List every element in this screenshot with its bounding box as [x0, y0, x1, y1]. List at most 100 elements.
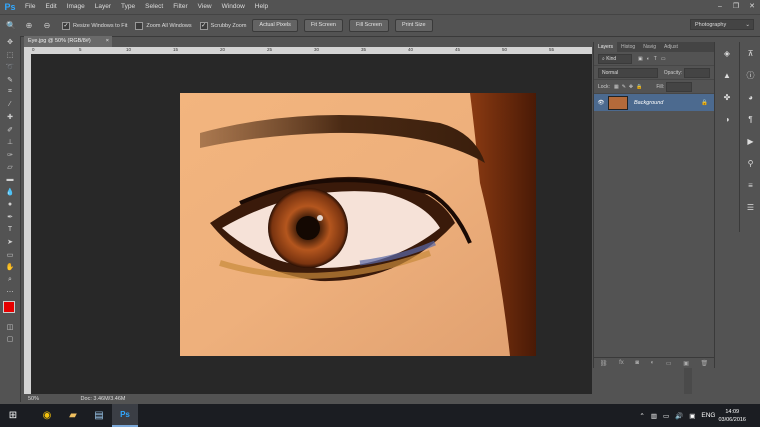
- close-button[interactable]: ✕: [744, 0, 760, 14]
- fill-field[interactable]: [666, 81, 693, 92]
- gradient-tool-icon[interactable]: ▬: [0, 174, 20, 187]
- delete-layer-icon[interactable]: 🗑: [701, 360, 709, 367]
- lock-position-icon[interactable]: ✥: [629, 84, 633, 90]
- zoom-in-icon[interactable]: ⊕: [22, 19, 36, 33]
- filter-image-icon[interactable]: ▣: [638, 56, 643, 62]
- document-tab[interactable]: Eye.jpg @ 50% (RGB/8#) ×: [24, 36, 112, 47]
- adjustment-layer-icon[interactable]: ◐: [651, 360, 655, 366]
- lasso-tool-icon[interactable]: ➰: [0, 61, 20, 74]
- brush-tool-icon[interactable]: ✐: [0, 124, 20, 137]
- adjustments-icon[interactable]: ◑: [715, 108, 739, 130]
- battery-icon[interactable]: ▭: [663, 412, 669, 420]
- layer-style-icon[interactable]: fx: [619, 360, 624, 366]
- navigator-icon[interactable]: ✤: [715, 86, 739, 108]
- lock-image-icon[interactable]: ✎: [622, 84, 626, 90]
- clone-stamp-icon[interactable]: ⊥: [0, 136, 20, 149]
- info-icon[interactable]: ⓘ: [740, 64, 760, 86]
- menu-layer[interactable]: Layer: [90, 0, 116, 14]
- tab-adjustments[interactable]: Adjust: [660, 42, 682, 52]
- brush-icon[interactable]: ⚲: [740, 152, 760, 174]
- close-tab-icon[interactable]: ×: [106, 36, 109, 47]
- fit-screen-button[interactable]: Fit Screen: [303, 19, 343, 32]
- tab-layers[interactable]: Layers: [594, 42, 618, 52]
- menu-window[interactable]: Window: [217, 0, 250, 14]
- healing-brush-icon[interactable]: ✚: [0, 111, 20, 124]
- crop-tool-icon[interactable]: ⌗: [0, 86, 20, 99]
- add-mask-icon[interactable]: ◙: [635, 360, 639, 366]
- visibility-eye-icon[interactable]: 👁: [594, 100, 608, 106]
- marquee-tool-icon[interactable]: ⬚: [0, 49, 20, 62]
- dodge-tool-icon[interactable]: ●: [0, 199, 20, 212]
- color-swatches[interactable]: [0, 299, 20, 321]
- quick-mask-icon[interactable]: ◫: [0, 321, 20, 334]
- color-icon[interactable]: ◕: [740, 86, 760, 108]
- styles-icon[interactable]: ☰: [740, 196, 760, 218]
- file-explorer-icon[interactable]: ▰: [60, 404, 86, 427]
- blur-tool-icon[interactable]: 💧: [0, 186, 20, 199]
- layer-row-background[interactable]: 👁 Background 🔒: [594, 94, 714, 111]
- more-tools-icon[interactable]: ⋯: [0, 286, 20, 299]
- menu-select[interactable]: Select: [140, 0, 168, 14]
- fill-screen-button[interactable]: Fill Screen: [349, 19, 389, 32]
- hand-tool-icon[interactable]: ✋: [0, 261, 20, 274]
- document-image-eye[interactable]: [180, 93, 536, 356]
- zoom-level[interactable]: 50%: [28, 396, 39, 402]
- menu-image[interactable]: Image: [62, 0, 90, 14]
- windows-start-icon[interactable]: ⊞: [0, 404, 26, 427]
- menu-file[interactable]: File: [20, 0, 40, 14]
- lock-all-icon[interactable]: 🔒: [636, 84, 642, 90]
- move-tool-icon[interactable]: ✥: [0, 36, 20, 49]
- photoshop-taskbar-icon[interactable]: Ps: [112, 404, 138, 427]
- language-indicator[interactable]: ENG: [701, 412, 715, 419]
- quick-select-tool-icon[interactable]: ✎: [0, 74, 20, 87]
- tab-histogram[interactable]: Histog: [617, 42, 639, 52]
- filter-adjustment-icon[interactable]: ◐: [647, 56, 650, 62]
- chrome-icon[interactable]: ◉: [34, 404, 60, 427]
- new-group-icon[interactable]: ▭: [666, 360, 672, 367]
- shape-tool-icon[interactable]: ▭: [0, 249, 20, 262]
- eyedropper-tool-icon[interactable]: ⁄: [0, 99, 20, 112]
- filter-type-icon[interactable]: T: [654, 56, 657, 62]
- zoom-tool-icon[interactable]: ⌕: [0, 274, 20, 287]
- histogram-icon[interactable]: ▲: [715, 64, 739, 86]
- notepad-icon[interactable]: ▤: [86, 404, 112, 427]
- screen-mode-icon[interactable]: ▢: [0, 333, 20, 346]
- actual-pixels-button[interactable]: Actual Pixels: [252, 19, 298, 32]
- zoom-all-windows-checkbox[interactable]: Zoom All Windows: [135, 21, 192, 30]
- foreground-color-swatch[interactable]: [3, 300, 15, 313]
- menu-help[interactable]: Help: [250, 0, 273, 14]
- menu-type[interactable]: Type: [116, 0, 140, 14]
- clock[interactable]: 14:09 03/06/2016: [718, 408, 746, 424]
- notification-icon[interactable]: ▣: [689, 412, 695, 420]
- print-size-button[interactable]: Print Size: [394, 19, 433, 32]
- path-select-icon[interactable]: ➤: [0, 236, 20, 249]
- properties-icon[interactable]: ≡: [740, 174, 760, 196]
- workspace-select[interactable]: Photography ⌄: [690, 19, 754, 30]
- zoom-out-icon[interactable]: ⊖: [40, 19, 54, 33]
- tray-chevron-icon[interactable]: ⌃: [639, 412, 644, 420]
- scrubby-zoom-checkbox[interactable]: ✓ Scrubby Zoom: [199, 21, 246, 30]
- actions-icon[interactable]: ▶: [740, 130, 760, 152]
- minimize-button[interactable]: –: [712, 0, 728, 14]
- layer-name[interactable]: Background: [634, 100, 663, 106]
- tab-navigator[interactable]: Navig: [639, 42, 660, 52]
- opacity-field[interactable]: [684, 67, 710, 78]
- volume-icon[interactable]: 🔊: [675, 412, 683, 420]
- menu-view[interactable]: View: [193, 0, 217, 14]
- menu-filter[interactable]: Filter: [168, 0, 192, 14]
- type-tool-icon[interactable]: T: [0, 224, 20, 237]
- kind-filter-select[interactable]: ⌕ Kind: [598, 53, 632, 64]
- paragraph-icon[interactable]: ¶: [740, 108, 760, 130]
- tool-presets-icon[interactable]: ⊼: [740, 42, 760, 64]
- network-icon[interactable]: ▥: [651, 412, 657, 420]
- new-layer-icon[interactable]: ▣: [683, 360, 689, 367]
- resize-windows-checkbox[interactable]: ✓ Resize Windows to Fit: [62, 21, 127, 30]
- pen-tool-icon[interactable]: ✒: [0, 211, 20, 224]
- eraser-tool-icon[interactable]: ▱: [0, 161, 20, 174]
- menu-edit[interactable]: Edit: [40, 0, 61, 14]
- layers-panel-icon[interactable]: ◈: [715, 42, 739, 64]
- zoom-tool-icon[interactable]: 🔍: [4, 19, 18, 33]
- restore-button[interactable]: ❐: [728, 0, 744, 14]
- history-brush-icon[interactable]: ✑: [0, 149, 20, 162]
- blend-mode-select[interactable]: Normal: [598, 67, 658, 78]
